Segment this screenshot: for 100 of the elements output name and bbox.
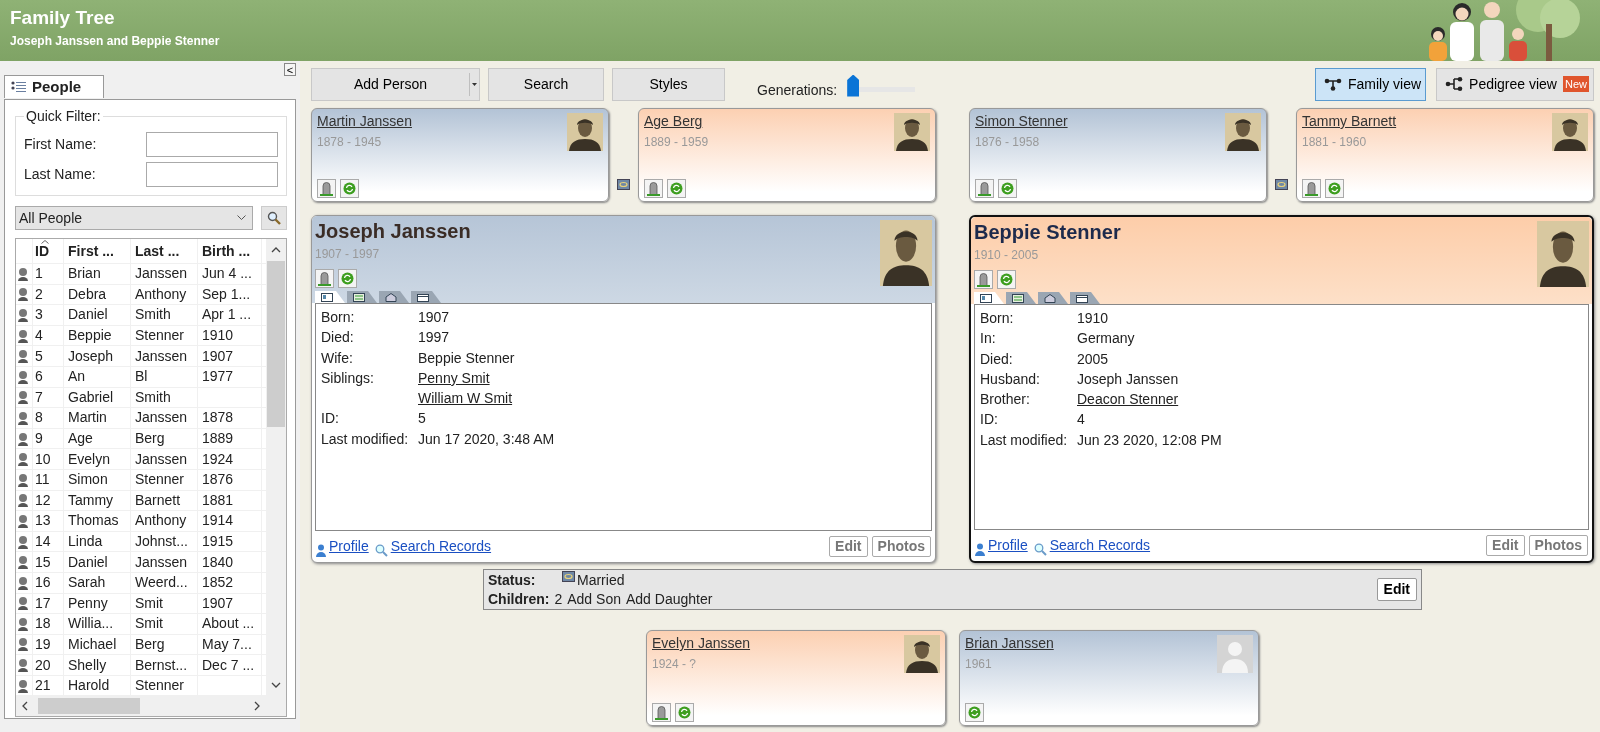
list-icon bbox=[1012, 293, 1024, 303]
detail-tab[interactable] bbox=[974, 292, 1004, 304]
table-cell-text: Beppie bbox=[68, 326, 112, 346]
scroll-right-icon bbox=[254, 701, 260, 711]
detail-value: 1997 bbox=[418, 329, 450, 346]
table-cell-text: 12 bbox=[35, 490, 51, 510]
detail-tab[interactable] bbox=[315, 291, 345, 303]
person-icon bbox=[17, 596, 30, 611]
table-cell-text: 1889 bbox=[202, 429, 234, 449]
person-name-link[interactable]: Simon Stenner bbox=[975, 112, 1068, 130]
table-cell: Bernst... bbox=[135, 655, 188, 675]
table-cell: Anthony bbox=[135, 511, 187, 531]
search-button[interactable] bbox=[261, 206, 287, 230]
footer-link[interactable]: Profile bbox=[988, 535, 1028, 556]
person-name-link[interactable]: Martin Janssen bbox=[317, 112, 412, 130]
card-button[interactable]: Photos bbox=[1528, 535, 1588, 556]
column-header[interactable]: ID bbox=[33, 239, 64, 263]
table-cell-text: 7 bbox=[35, 387, 43, 407]
person-name-link[interactable]: Age Berg bbox=[644, 112, 703, 130]
table-cell-text: 2 bbox=[35, 284, 43, 304]
people-tab[interactable]: People bbox=[4, 75, 105, 98]
person-card[interactable]: Tammy Barnett 1881 - 1960 bbox=[1296, 108, 1594, 202]
new-badge: New bbox=[1563, 75, 1589, 93]
life-dates: 1881 - 1960 bbox=[1302, 134, 1367, 151]
search-icon bbox=[374, 544, 388, 557]
detail-label: In: bbox=[980, 330, 996, 347]
column-header[interactable]: Last ... bbox=[131, 239, 198, 263]
toolbar-button[interactable]: Styles bbox=[612, 67, 725, 101]
view-button[interactable]: Pedigree view New bbox=[1436, 67, 1594, 101]
person-name-link[interactable]: Brian Janssen bbox=[965, 634, 1054, 652]
table-cell: 1840 bbox=[202, 552, 234, 572]
view-button[interactable]: Family view bbox=[1314, 67, 1427, 101]
table-cell-text: Anthony bbox=[135, 284, 187, 304]
relative-link[interactable]: William W Smit bbox=[418, 390, 513, 407]
footer-link[interactable]: Search Records bbox=[390, 536, 492, 557]
card-button[interactable]: Edit bbox=[1486, 535, 1525, 556]
detail-label: ID: bbox=[980, 411, 998, 428]
table-cell: 1 bbox=[35, 264, 43, 284]
person-card[interactable]: Evelyn Janssen 1924 - ? bbox=[646, 630, 946, 726]
table-cell-text: Tammy bbox=[68, 490, 114, 510]
sync-icon bbox=[1001, 182, 1014, 195]
collapse-button[interactable]: < bbox=[284, 63, 296, 76]
person-card[interactable]: Simon Stenner 1876 - 1958 bbox=[969, 108, 1267, 202]
filter-dropdown[interactable]: All People bbox=[15, 206, 253, 230]
person-icon bbox=[17, 390, 30, 405]
detail-tab[interactable] bbox=[1070, 292, 1100, 304]
rings-icon bbox=[562, 571, 575, 582]
footer-link[interactable]: Profile bbox=[329, 536, 369, 557]
person-name-link[interactable]: Tammy Barnett bbox=[1302, 112, 1397, 130]
person-card[interactable]: Age Berg 1889 - 1959 bbox=[638, 108, 936, 202]
person-icon bbox=[17, 575, 30, 590]
card-button[interactable]: Edit bbox=[829, 536, 868, 557]
sync-icon bbox=[678, 706, 691, 719]
detail-tab[interactable] bbox=[1006, 292, 1036, 304]
person-card[interactable]: Martin Janssen 1878 - 1945 bbox=[311, 108, 609, 202]
person-icon bbox=[17, 493, 30, 508]
person-name: Joseph Janssen bbox=[315, 219, 471, 243]
table-cell: Joseph bbox=[68, 346, 114, 366]
person-name: Beppie Stenner bbox=[974, 220, 1121, 244]
table-cell: Smith bbox=[135, 305, 171, 325]
detail-label: Wife: bbox=[321, 349, 353, 366]
person-icon bbox=[17, 534, 30, 549]
toolbar-button[interactable]: Add Person bbox=[311, 67, 480, 101]
footer-link[interactable]: Search Records bbox=[1049, 535, 1151, 556]
status-label: Status: bbox=[488, 571, 537, 590]
life-dates: 1924 - ? bbox=[652, 656, 697, 673]
search-icon bbox=[267, 211, 281, 225]
person-card[interactable]: Brian Janssen 1961 bbox=[959, 630, 1259, 726]
person-icon bbox=[17, 349, 30, 364]
add-child-link[interactable]: Add Son bbox=[567, 590, 621, 609]
text-field[interactable] bbox=[146, 161, 278, 187]
children-label: Children: bbox=[488, 590, 550, 609]
add-child-link[interactable]: Add Daughter bbox=[625, 590, 713, 609]
detail-tab[interactable] bbox=[1038, 292, 1068, 304]
person-name-link[interactable]: Evelyn Janssen bbox=[652, 634, 751, 652]
table-cell: Smit bbox=[135, 614, 163, 634]
table-cell-text: 11 bbox=[35, 470, 50, 490]
detail-tab[interactable] bbox=[379, 291, 409, 303]
detail-tab[interactable] bbox=[411, 291, 441, 303]
table-cell-text: Michael bbox=[68, 635, 117, 654]
relative-link[interactable]: Penny Smit bbox=[418, 369, 490, 386]
detail-tab[interactable] bbox=[347, 291, 377, 303]
relative-link[interactable]: Deacon Stenner bbox=[1077, 391, 1179, 408]
rings-icon bbox=[1275, 178, 1288, 190]
person-icon bbox=[17, 410, 30, 425]
column-header[interactable]: Birth ... bbox=[198, 239, 262, 263]
table-cell-text: Sarah bbox=[68, 573, 106, 593]
table-cell-text: May 7... bbox=[202, 635, 252, 654]
toolbar-button[interactable]: Search bbox=[488, 67, 604, 101]
table-cell-text: 4 bbox=[35, 326, 43, 346]
text-field[interactable] bbox=[146, 131, 278, 157]
horizontal-scrollbar[interactable] bbox=[16, 696, 286, 716]
column-header[interactable]: First ... bbox=[64, 239, 131, 263]
detail-value: 1907 bbox=[418, 309, 450, 325]
field-label: Last Name: bbox=[24, 164, 96, 184]
card-button[interactable]: Photos bbox=[871, 536, 931, 557]
vertical-scrollbar[interactable] bbox=[266, 239, 286, 696]
detail-label: Died: bbox=[980, 350, 1013, 367]
edit-button[interactable]: Edit bbox=[1376, 578, 1417, 601]
detail-label: Born: bbox=[980, 310, 1014, 326]
